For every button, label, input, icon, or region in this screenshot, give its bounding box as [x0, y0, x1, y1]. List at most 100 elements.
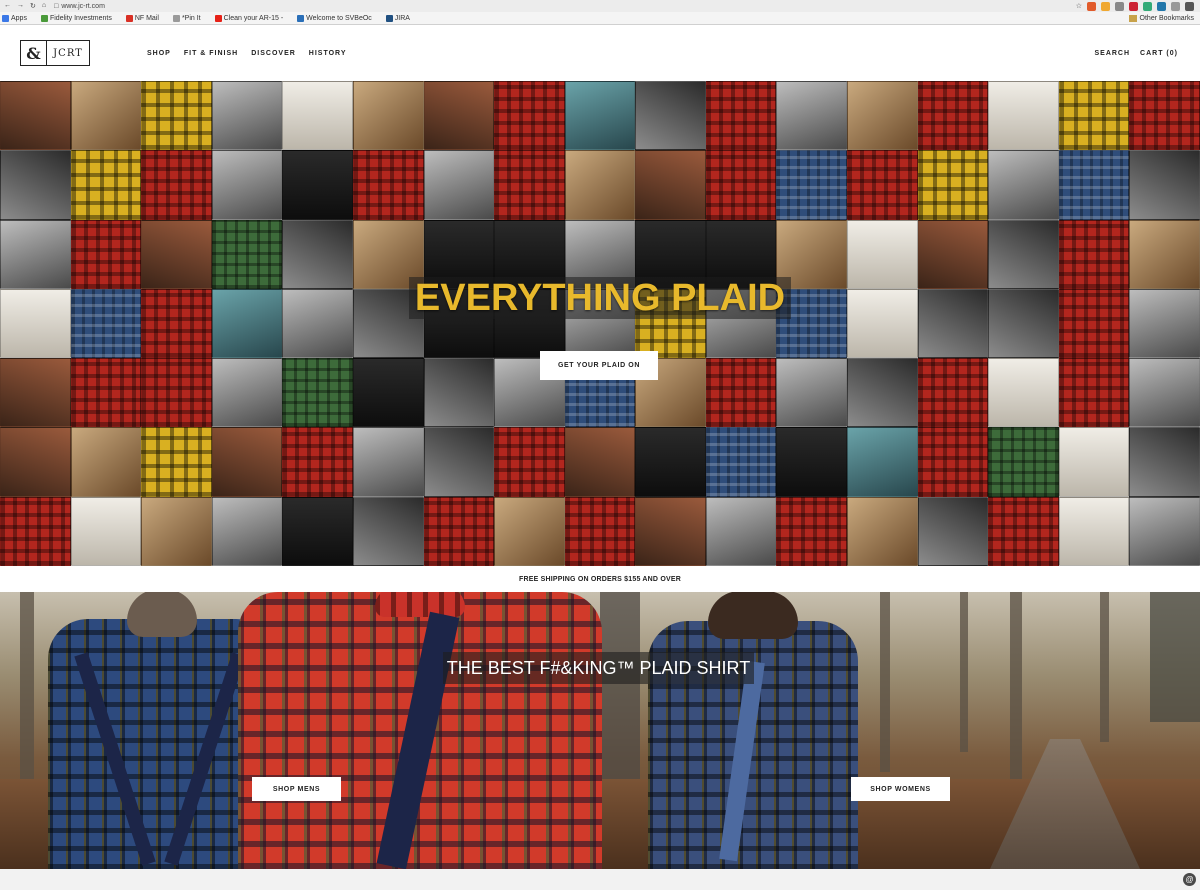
hero-collage: EVERYTHING PLAID GET YOUR PLAID ON: [0, 81, 1200, 566]
bookmark-apps[interactable]: Apps: [2, 14, 27, 22]
bookmark-nf-mail[interactable]: NF Mail: [125, 14, 159, 22]
feature-title: THE BEST F#&KING™ PLAID SHIRT: [443, 652, 754, 684]
collage-photo: [776, 288, 848, 359]
collage-photo: [141, 288, 212, 359]
search-link[interactable]: SEARCH: [1094, 50, 1130, 57]
collage-photo: [635, 81, 706, 151]
collage-photo: [917, 427, 989, 497]
collage-photo: [1058, 427, 1130, 497]
collage-photo: [0, 427, 71, 497]
logo-text: JCRT: [53, 47, 83, 59]
url-text[interactable]: www.jc-rt.com: [61, 3, 105, 10]
collage-photo: [0, 81, 71, 151]
get-plaid-button[interactable]: GET YOUR PLAID ON: [540, 351, 658, 380]
collage-photo: [847, 219, 918, 289]
collage-photo: [1058, 288, 1130, 359]
forward-icon[interactable]: →: [17, 2, 24, 10]
collage-photo: [352, 288, 424, 359]
other-bookmarks[interactable]: Other Bookmarks: [1128, 14, 1194, 22]
bookmark-svb[interactable]: Welcome to SVBeOc: [297, 14, 372, 22]
collage-photo: [988, 288, 1059, 359]
shop-womens-button[interactable]: SHOP WOMENS: [851, 777, 950, 801]
feature-banner: THE BEST F#&KING™ PLAID SHIRT SHOP MENS …: [0, 592, 1200, 869]
extension-icon[interactable]: [1129, 1, 1138, 11]
menu-icon[interactable]: [1185, 1, 1194, 11]
home-icon[interactable]: ⌂: [42, 2, 46, 10]
collage-photo: [141, 219, 212, 289]
collage-photo: [917, 150, 989, 220]
bookmarks-bar: Apps Fidelity Investments NF Mail *Pin I…: [0, 12, 1200, 25]
collage-photo: [917, 496, 989, 566]
collage-photo: [352, 496, 424, 566]
bookmark-fidelity[interactable]: Fidelity Investments: [40, 14, 112, 22]
logo-mark: &: [21, 41, 47, 65]
address-bar[interactable]: □ www.jc-rt.com: [54, 3, 105, 10]
extension-icons: ☆: [1076, 1, 1200, 11]
chat-icon[interactable]: @: [1183, 873, 1196, 886]
shop-mens-button[interactable]: SHOP MENS: [252, 777, 341, 801]
collage-photo: [1129, 81, 1200, 151]
collage-photo: [847, 288, 918, 359]
collage-photo: [917, 219, 989, 289]
collage-photo: [847, 81, 918, 151]
collage-photo: [1129, 496, 1200, 566]
apps-icon: [2, 14, 9, 22]
nav-history[interactable]: HISTORY: [309, 50, 347, 57]
logo[interactable]: & JCRT: [20, 40, 90, 66]
collage-photo: [141, 81, 212, 151]
extension-icon[interactable]: [1157, 1, 1166, 11]
collage-photo: [705, 150, 777, 220]
collage-photo: [0, 496, 71, 566]
suspender-strap: [74, 652, 156, 866]
site-header: & JCRT SHOP FIT & FINISH DISCOVER HISTOR…: [0, 25, 1200, 81]
collage-photo: [776, 427, 848, 497]
page-footer-strip: @: [0, 869, 1200, 890]
collage-photo: [564, 219, 636, 289]
extension-icon[interactable]: [1087, 1, 1096, 11]
collage-photo: [635, 150, 706, 220]
browser-nav: ← → ↻ ⌂: [0, 2, 46, 10]
collage-photo: [1129, 219, 1200, 289]
nav-shop[interactable]: SHOP: [147, 50, 171, 57]
extension-icon[interactable]: [1115, 1, 1124, 11]
bookmark-pin-it[interactable]: *Pin It: [172, 14, 201, 22]
collage-photo: [70, 496, 142, 566]
reload-icon[interactable]: ↻: [30, 2, 36, 10]
collage-photo: [352, 427, 424, 497]
suspender-strap: [376, 611, 460, 869]
collage-photo: [705, 358, 777, 428]
collage-photo: [282, 81, 353, 151]
tree-trunk: [880, 592, 890, 772]
bookmark-ar15[interactable]: Clean your AR-15 -: [214, 14, 283, 22]
utility-nav: SEARCH CART (0): [1094, 50, 1178, 57]
folder-icon: [1128, 14, 1137, 22]
collage-photo: [494, 427, 565, 497]
tree-trunk: [960, 592, 968, 752]
nav-fit-finish[interactable]: FIT & FINISH: [184, 50, 238, 57]
collage-photo: [211, 288, 283, 359]
browser-toolbar: ← → ↻ ⌂ □ www.jc-rt.com ☆: [0, 0, 1200, 12]
star-icon[interactable]: ☆: [1076, 2, 1082, 11]
collage-photo: [70, 219, 142, 289]
back-icon[interactable]: ←: [4, 2, 11, 10]
collage-photo: [1129, 288, 1200, 359]
extension-icon[interactable]: [1171, 1, 1180, 11]
page-icon: [172, 14, 180, 22]
extension-icon[interactable]: [1101, 1, 1110, 11]
collage-photo: [70, 427, 142, 497]
collage-photo: [705, 288, 777, 359]
collage-photo: [423, 81, 495, 151]
collage-photo: [282, 219, 353, 289]
collage-photo: [141, 150, 212, 220]
collage-photo: [282, 496, 353, 566]
collage-photo: [847, 427, 918, 497]
collage-photo: [917, 81, 989, 151]
collage-photo: [705, 427, 777, 497]
collage-photo: [70, 150, 142, 220]
cart-link[interactable]: CART (0): [1140, 50, 1178, 57]
nav-discover[interactable]: DISCOVER: [251, 50, 296, 57]
bookmark-jira[interactable]: JIRA: [385, 14, 410, 22]
fidelity-icon: [40, 14, 48, 22]
youtube-icon: [214, 14, 222, 22]
extension-icon[interactable]: [1143, 1, 1152, 11]
